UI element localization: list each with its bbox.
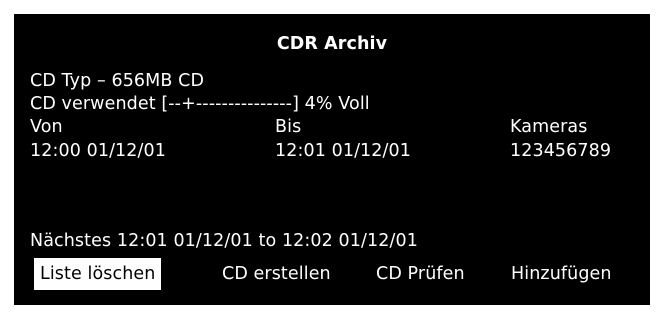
to-header: Bis: [275, 117, 302, 137]
cdr-archive-panel: CDR Archiv CD Typ – 656MB CD CD verwende…: [14, 14, 650, 305]
clear-list-button[interactable]: Liste löschen: [34, 258, 162, 290]
verify-cd-button[interactable]: CD Prüfen: [376, 258, 465, 290]
cameras-value: 123456789: [510, 141, 612, 161]
add-button[interactable]: Hinzufügen: [511, 258, 612, 290]
cd-usage-line: CD verwendet [--+---------------] 4% Vol…: [30, 94, 370, 114]
from-value: 12:00 01/12/01: [30, 141, 166, 161]
next-recording-line: Nächstes 12:01 01/12/01 to 12:02 01/12/0…: [30, 231, 418, 251]
to-value: 12:01 01/12/01: [275, 141, 411, 161]
from-header: Von: [30, 117, 63, 137]
cameras-header: Kameras: [510, 117, 588, 137]
panel-title: CDR Archiv: [276, 34, 388, 54]
create-cd-button[interactable]: CD erstellen: [222, 258, 331, 290]
cd-type-line: CD Typ – 656MB CD: [30, 71, 205, 91]
